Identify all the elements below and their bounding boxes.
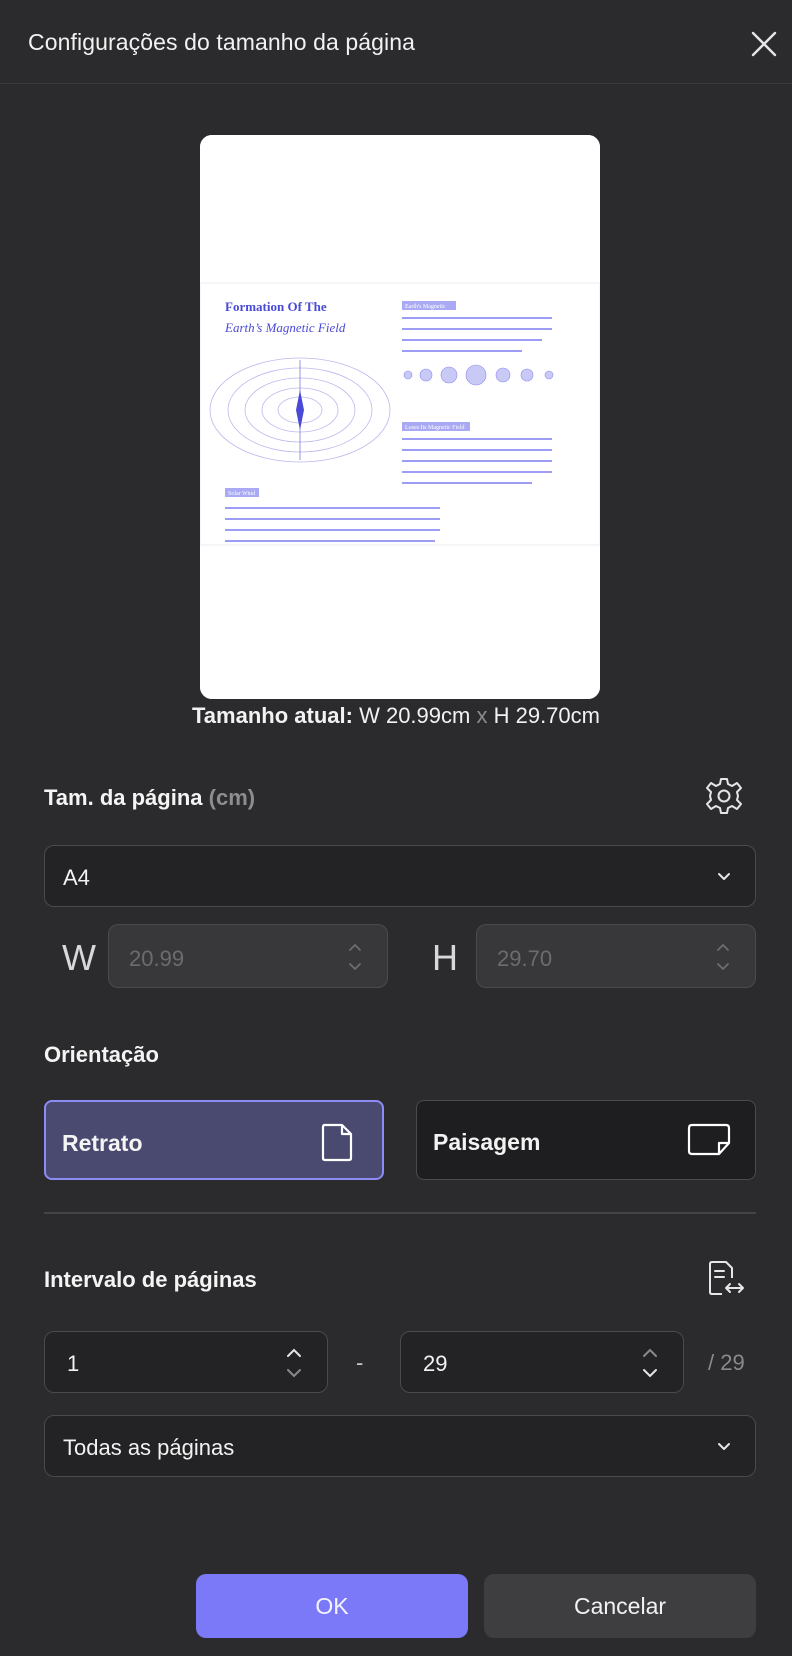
size-separator: x: [476, 703, 488, 728]
chevron-down-icon: [718, 873, 730, 880]
height-label: H: [432, 937, 458, 978]
range-from-input[interactable]: 1: [44, 1331, 328, 1393]
close-icon[interactable]: [748, 28, 780, 60]
page-size-value: A4: [63, 865, 90, 890]
page-range-label: Intervalo de páginas: [44, 1267, 257, 1292]
page-size-label: Tam. da página (cm): [44, 785, 255, 811]
current-height: H 29.70cm: [493, 703, 600, 728]
portrait-label: Retrato: [62, 1130, 143, 1156]
width-value: 20.99: [129, 946, 185, 971]
height-input[interactable]: 29.70: [476, 924, 756, 988]
preview-title-1: Formation Of The: [225, 299, 327, 314]
page-size-label-text: Tam. da página: [44, 785, 203, 810]
current-width: W 20.99cm: [359, 703, 471, 728]
height-value: 29.70: [497, 946, 553, 971]
width-stepper-icon[interactable]: [347, 941, 363, 973]
preview-title-2: Earth’s Magnetic Field: [224, 320, 346, 335]
page-subset-select[interactable]: Todas as páginas: [44, 1415, 756, 1477]
height-stepper-icon[interactable]: [715, 941, 731, 973]
page-subset-value: Todas as páginas: [63, 1435, 235, 1460]
preview-heading-1: Earth's Magnetic: [405, 304, 446, 310]
cancel-button[interactable]: Cancelar: [484, 1574, 756, 1638]
preview-heading-2: Loses Its Magnetic Field: [405, 425, 465, 431]
page-size-select[interactable]: A4: [44, 845, 756, 907]
landscape-page-icon: [687, 1123, 731, 1156]
orientation-label: Orientação: [44, 1042, 159, 1067]
landscape-label: Paisagem: [433, 1129, 541, 1155]
orientation-landscape-button[interactable]: Paisagem: [416, 1100, 756, 1180]
range-from-stepper-icon[interactable]: [285, 1346, 303, 1380]
range-to-stepper-icon[interactable]: [641, 1346, 659, 1380]
gear-icon[interactable]: [704, 776, 744, 816]
current-size: Tamanho atual: W 20.99cm x H 29.70cm: [0, 703, 792, 729]
range-to-value: 29: [423, 1351, 448, 1376]
page-size-unit: (cm): [208, 785, 256, 810]
width-label: W: [62, 937, 96, 978]
swap-range-icon[interactable]: [706, 1260, 746, 1300]
orientation-portrait-button[interactable]: Retrato: [44, 1100, 384, 1180]
preview-thumbnail: Formation Of The Earth’s Magnetic Field …: [200, 135, 600, 699]
page-total: / 29: [708, 1350, 745, 1375]
preview-heading-3: Solar Wind: [228, 491, 255, 497]
portrait-page-icon: [321, 1123, 353, 1162]
dialog-titlebar: Configurações do tamanho da página: [0, 0, 792, 84]
page-preview: Formation Of The Earth’s Magnetic Field …: [200, 135, 600, 699]
range-from-value: 1: [67, 1351, 80, 1376]
range-to-input[interactable]: 29: [400, 1331, 684, 1393]
current-size-label: Tamanho atual:: [192, 703, 353, 728]
ok-button[interactable]: OK: [196, 1574, 468, 1638]
chevron-down-icon: [718, 1443, 730, 1450]
dialog-title: Configurações do tamanho da página: [28, 29, 416, 55]
section-divider: [44, 1212, 756, 1214]
width-input[interactable]: 20.99: [108, 924, 388, 988]
range-dash: -: [356, 1350, 364, 1375]
